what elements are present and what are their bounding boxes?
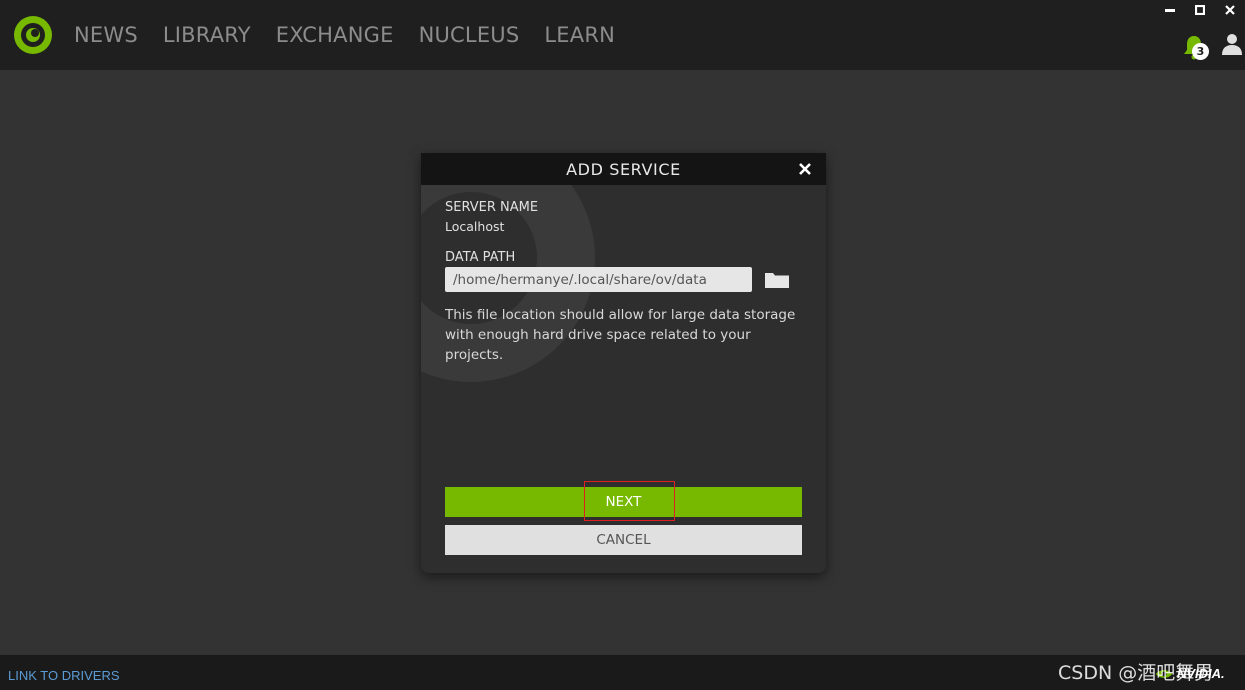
close-icon[interactable]	[796, 160, 814, 178]
nav-news[interactable]: NEWS	[74, 23, 138, 47]
data-path-label: DATA PATH	[445, 250, 516, 265]
maximize-icon[interactable]	[1185, 0, 1215, 20]
cancel-button[interactable]: CANCEL	[445, 525, 802, 555]
add-service-dialog: ADD SERVICE SERVER NAME Localhost DATA P…	[421, 153, 826, 573]
nav-learn[interactable]: LEARN	[544, 23, 615, 47]
data-path-input[interactable]	[445, 267, 752, 292]
folder-icon[interactable]	[764, 270, 790, 290]
server-name-value: Localhost	[445, 219, 505, 234]
omniverse-logo-icon[interactable]	[13, 15, 53, 55]
dialog-title: ADD SERVICE	[566, 159, 681, 179]
nav-library[interactable]: LIBRARY	[163, 23, 251, 47]
dialog-header: ADD SERVICE	[421, 153, 826, 185]
next-button[interactable]: NEXT	[445, 487, 802, 517]
nav-nucleus[interactable]: NUCLEUS	[419, 23, 520, 47]
csdn-watermark: CSDN @酒吧舞男	[1058, 662, 1214, 684]
user-icon[interactable]	[1222, 33, 1242, 55]
link-to-drivers[interactable]: LINK TO DRIVERS	[8, 668, 120, 683]
minimize-icon[interactable]	[1155, 0, 1185, 20]
top-bar: NEWS LIBRARY EXCHANGE NUCLEUS LEARN 3	[0, 0, 1245, 70]
data-path-description: This file location should allow for larg…	[445, 307, 796, 363]
main-nav: NEWS LIBRARY EXCHANGE NUCLEUS LEARN	[74, 0, 640, 70]
window-controls	[1155, 0, 1245, 20]
window-close-icon[interactable]	[1215, 0, 1245, 20]
nav-exchange[interactable]: EXCHANGE	[276, 23, 394, 47]
notification-count-badge: 3	[1192, 43, 1209, 60]
server-name-label: SERVER NAME	[445, 200, 539, 215]
